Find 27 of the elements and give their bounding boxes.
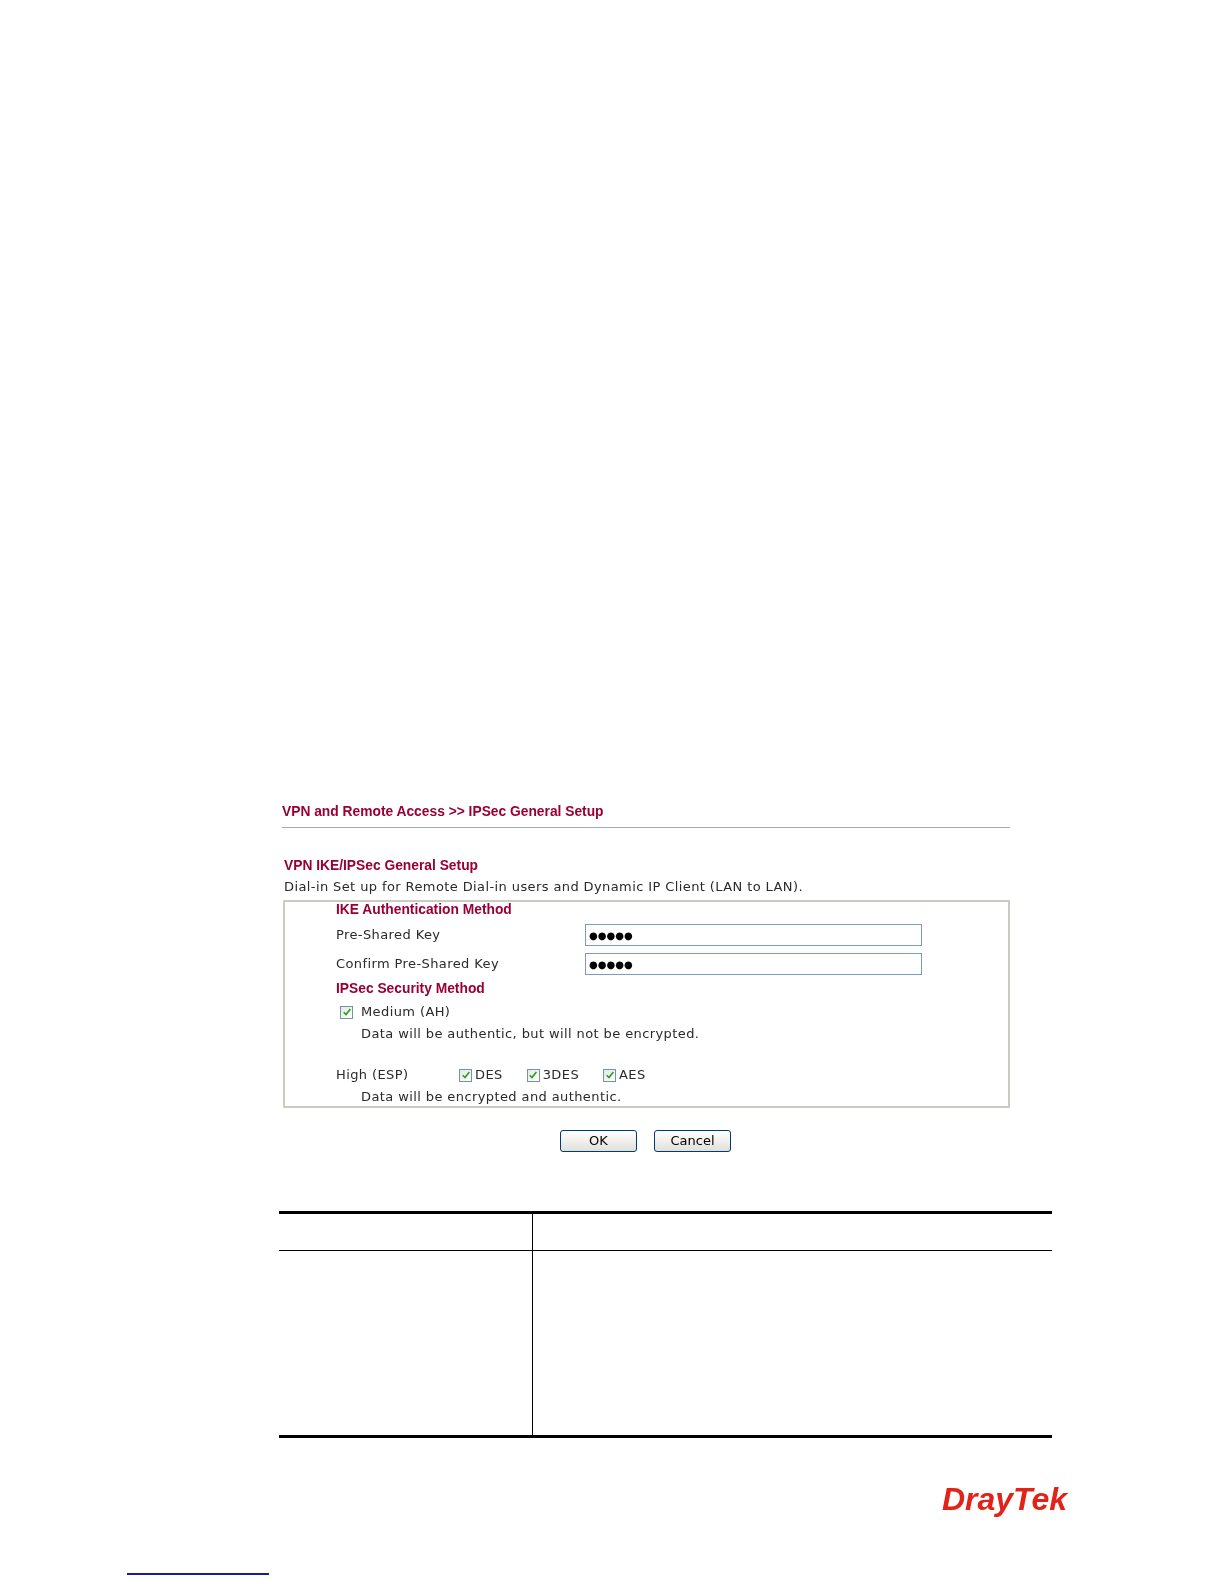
- checkbox-label: AES: [619, 1067, 646, 1083]
- password-field[interactable]: ●●●●●: [585, 953, 922, 975]
- option-note: Data will be encrypted and authentic.: [361, 1089, 622, 1105]
- section-description: Dial-in Set up for Remote Dial-in users and Dynamic IP Client (LAN to LAN).: [284, 879, 803, 895]
- page-breadcrumb: VPN and Remote Access >> IPSec General Setup: [282, 804, 604, 820]
- cancel-button[interactable]: Cancel: [654, 1130, 731, 1152]
- field-label: Confirm Pre-Shared Key: [336, 956, 500, 972]
- checkbox[interactable]: [340, 1005, 353, 1019]
- group-title: IKE Authentication Method: [336, 902, 512, 918]
- section-title: VPN IKE/IPSec General Setup: [284, 858, 478, 874]
- ok-button[interactable]: OK: [560, 1130, 637, 1152]
- brand-logo: DrayTek: [941, 1482, 1067, 1516]
- checkbox-label: Medium (AH): [361, 1004, 451, 1020]
- checkbox[interactable]: [603, 1068, 617, 1082]
- password-field[interactable]: ●●●●●: [585, 924, 922, 946]
- option-label: High (ESP): [336, 1067, 410, 1083]
- checkbox[interactable]: [459, 1068, 472, 1082]
- check-icon: [605, 1071, 614, 1079]
- check-icon: [461, 1071, 470, 1079]
- check-icon: [342, 1008, 351, 1016]
- checkbox-label: DES: [475, 1067, 503, 1083]
- checkbox-label: 3DES: [542, 1067, 580, 1083]
- checkbox[interactable]: [526, 1068, 540, 1082]
- field-label: Pre-Shared Key: [336, 927, 442, 943]
- option-note: Data will be authentic, but will not be encrypted.: [361, 1026, 700, 1042]
- group-title: IPSec Security Method: [336, 981, 485, 997]
- check-icon: [529, 1071, 538, 1079]
